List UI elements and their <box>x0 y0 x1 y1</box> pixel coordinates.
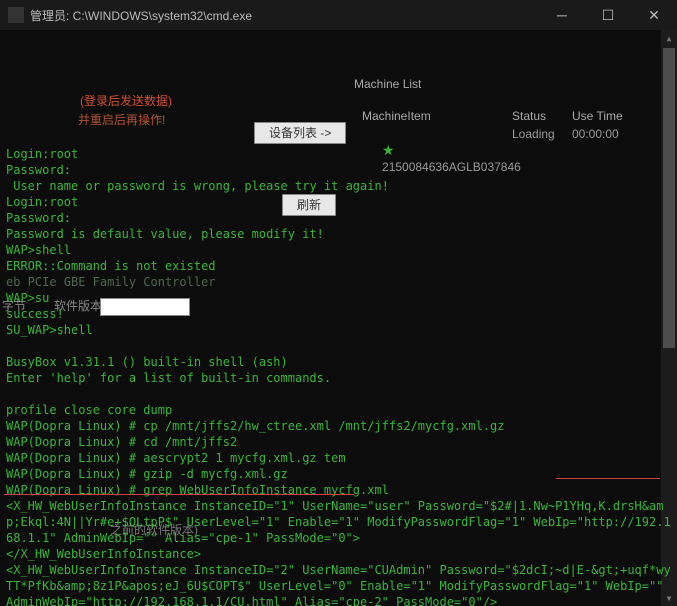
bg-row-status: Loading <box>512 126 555 142</box>
maximize-button[interactable]: ☐ <box>585 0 631 30</box>
line: SU_WAP>shell <box>6 323 93 337</box>
minimize-button[interactable]: ─ <box>539 0 585 30</box>
line: success! <box>6 307 64 321</box>
line: WAP(Dopra Linux) # cd /mnt/jffs2 <box>6 435 237 449</box>
terminal-area[interactable]: (登录后发送数据) 并重启后再操作! 设备列表 -> 刷新 Machine Li… <box>0 30 677 606</box>
line: Password is default value, please modify… <box>6 227 324 241</box>
line: profile close core dump <box>6 403 172 417</box>
bg-device-list-button: 设备列表 -> <box>254 122 346 144</box>
cmd-icon <box>8 7 24 23</box>
line: Password: <box>6 163 71 177</box>
line: Enter 'help' for a list of built-in comm… <box>6 371 331 385</box>
bg-hint-login: (登录后发送数据) <box>80 93 172 109</box>
bg-col-usetime: Use Time <box>572 108 623 124</box>
line: WAP>su <box>6 291 49 305</box>
line: <X_HW_WebUserInfoInstance InstanceID="2"… <box>6 563 677 606</box>
bg-col-machine: MachineItem <box>362 108 431 124</box>
line: User name or password is wrong, please t… <box>6 179 389 193</box>
window-title: 管理员: C:\WINDOWS\system32\cmd.exe <box>30 7 539 24</box>
line: eb PCIe GBE Family Controller <box>6 275 216 289</box>
line: <X_HW_WebUserInfoInstance InstanceID="1"… <box>6 499 671 545</box>
bg-hint-reboot: 并重启后再操作! <box>78 112 165 128</box>
line: Login:root <box>6 147 78 161</box>
line: WAP(Dopra Linux) # gzip -d mycfg.xml.gz <box>6 467 288 481</box>
window-controls: ─ ☐ ✕ <box>539 0 677 30</box>
line: Login:root <box>6 195 78 209</box>
bg-row-time: 00:00:00 <box>572 126 619 142</box>
line: BusyBox v1.31.1 () built-in shell (ash) <box>6 355 288 369</box>
line: Password: <box>6 211 71 225</box>
terminal-output: Login:root Password: User name or passwo… <box>6 146 671 606</box>
close-button[interactable]: ✕ <box>631 0 677 30</box>
bg-col-status: Status <box>512 108 546 124</box>
line: WAP(Dopra Linux) # aescrypt2 1 mycfg.xml… <box>6 451 346 465</box>
scroll-up-arrow-icon[interactable]: ▲ <box>661 30 677 46</box>
line: ERROR::Command is not existed <box>6 259 216 273</box>
line: WAP>shell <box>6 243 71 257</box>
red-underline-2 <box>556 478 660 479</box>
line: WAP(Dopra Linux) # cp /mnt/jffs2/hw_ctre… <box>6 419 505 433</box>
line: </X_HW_WebUserInfoInstance> <box>6 547 201 561</box>
bg-machine-list-header: Machine List <box>354 76 421 92</box>
red-underline-1 <box>4 494 354 495</box>
window-titlebar: 管理员: C:\WINDOWS\system32\cmd.exe ─ ☐ ✕ <box>0 0 677 30</box>
